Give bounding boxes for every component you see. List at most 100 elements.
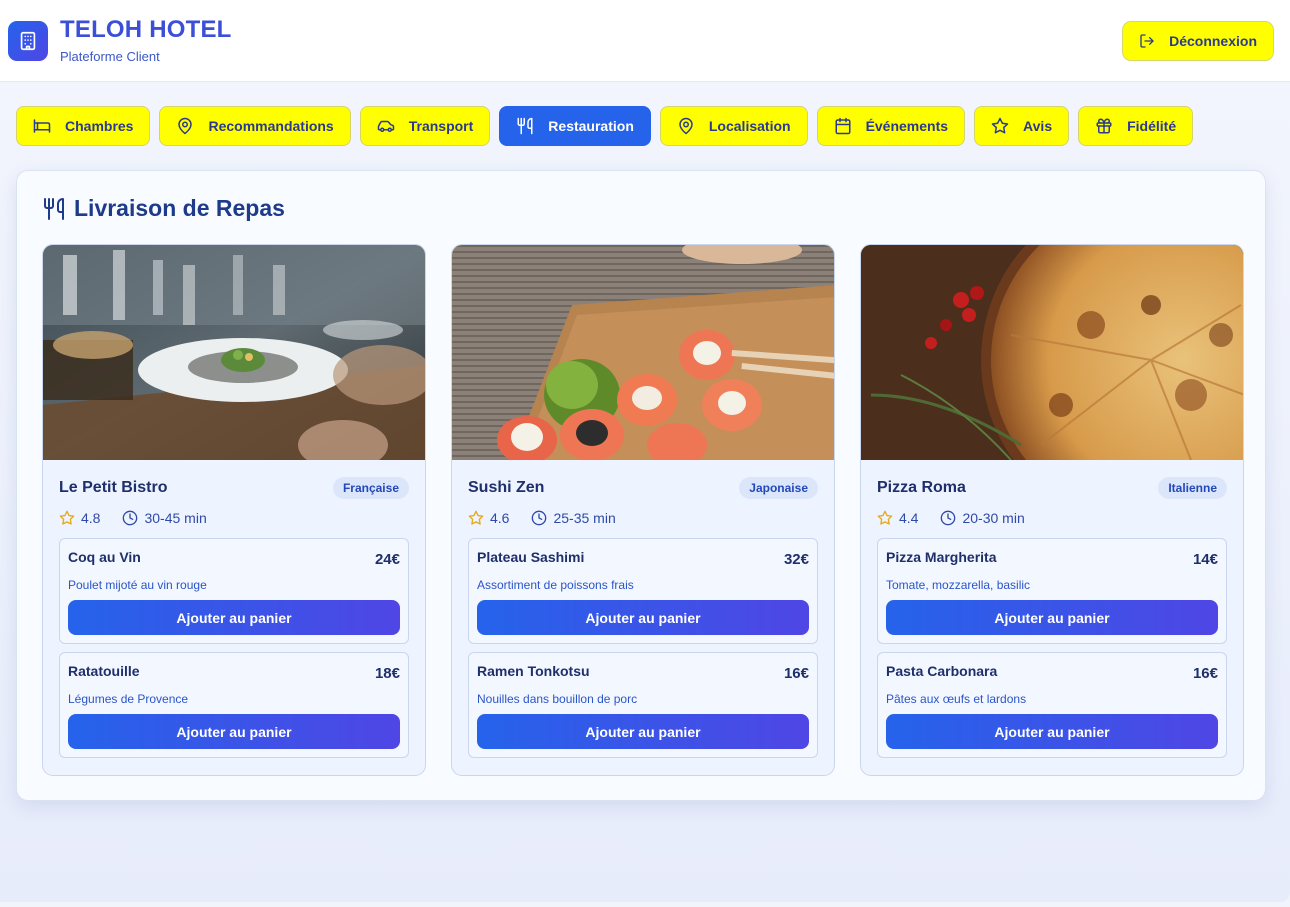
dish-name: Pizza Margherita (886, 549, 997, 565)
tab-label: Localisation (708, 118, 791, 134)
tab-chambres[interactable]: Chambres (16, 106, 151, 146)
bed-icon (33, 119, 51, 133)
brand: TELOH HOTEL Plateforme Client (8, 17, 232, 64)
logout-icon (1140, 33, 1154, 48)
restaurant-card: Le Petit Bistro Française 4.8 30-45 min … (42, 244, 426, 776)
dish-name: Pasta Carbonara (886, 663, 998, 679)
utensils-icon (44, 197, 64, 220)
cuisine-badge: Française (332, 477, 409, 499)
add-to-cart-button[interactable]: Ajouter au panier (68, 600, 400, 635)
clock-icon (123, 510, 138, 526)
app-root: TELOH HOTEL Plateforme Client Déconnexio… (0, 0, 1290, 902)
dish-name: Ramen Tonkotsu (477, 663, 590, 679)
restaurant-details: Sushi Zen Japonaise 4.6 25-35 min Platea… (452, 476, 834, 758)
dish-header: Pizza Margherita 14€ (886, 549, 1218, 568)
restaurant-image (861, 245, 1243, 460)
main-tabs: Chambres Recommandations Transport Resta… (16, 106, 1194, 146)
dish-description: Tomate, mozzarella, basilic (886, 578, 1031, 592)
add-to-cart-button[interactable]: Ajouter au panier (68, 714, 400, 749)
restaurant-card: Sushi Zen Japonaise 4.6 25-35 min Platea… (451, 244, 835, 776)
dish-item: Coq au Vin 24€ Poulet mijoté au vin roug… (59, 538, 409, 644)
dish-header: Coq au Vin 24€ (68, 549, 400, 568)
restaurant-image (43, 245, 425, 460)
dish-description: Poulet mijoté au vin rouge (68, 578, 207, 592)
restaurant-name: Sushi Zen (468, 479, 545, 496)
dish-header: Pasta Carbonara 16€ (886, 663, 1218, 682)
clock-icon (532, 510, 547, 526)
dish-price: 32€ (783, 551, 809, 568)
star-icon (991, 117, 1009, 134)
dish-price: 24€ (374, 551, 400, 568)
dish-description: Légumes de Provence (68, 692, 189, 706)
tab-recommandations[interactable]: Recommandations (159, 106, 351, 146)
rating: 4.6 (490, 510, 510, 526)
dish-name: Plateau Sashimi (477, 549, 585, 565)
restaurant-details: Le Petit Bistro Française 4.8 30-45 min … (43, 476, 425, 758)
section-title-text: Livraison de Repas (74, 195, 285, 221)
tab-label: Restauration (548, 118, 634, 134)
star-icon (468, 510, 484, 525)
logout-label: Déconnexion (1169, 32, 1257, 49)
dish-item: Ratatouille 18€ Légumes de Provence Ajou… (59, 652, 409, 758)
tab-transport[interactable]: Transport (359, 106, 491, 146)
cuisine-badge: Japonaise (739, 477, 818, 499)
restaurant-header: Sushi Zen Japonaise (468, 476, 818, 500)
tab-label: Transport (408, 118, 474, 134)
dish-header: Plateau Sashimi 32€ (477, 549, 809, 568)
restaurant-details: Pizza Roma Italienne 4.4 20-30 min Pizza… (861, 476, 1243, 758)
dish-description: Pâtes aux œufs et lardons (886, 692, 1027, 706)
dish-description: Assortiment de poissons frais (477, 578, 634, 592)
delivery-time: 30-45 min (144, 510, 207, 526)
rating: 4.8 (81, 510, 101, 526)
map-pin-icon (679, 117, 693, 135)
car-icon (377, 120, 394, 132)
tab-label: Fidélité (1127, 118, 1177, 134)
tab-avis[interactable]: Avis (974, 106, 1070, 146)
restaurant-list: Le Petit Bistro Française 4.8 30-45 min … (42, 244, 1244, 776)
app-subtitle: Plateforme Client (60, 49, 160, 64)
logout-button[interactable]: Déconnexion (1122, 20, 1274, 61)
tab-label: Événements (865, 118, 949, 134)
dish-description: Nouilles dans bouillon de porc (477, 692, 638, 706)
top-header: TELOH HOTEL Plateforme Client Déconnexio… (0, 0, 1290, 82)
restaurant-card: Pizza Roma Italienne 4.4 20-30 min Pizza… (860, 244, 1244, 776)
restaurant-meta: 4.4 20-30 min (877, 510, 1227, 526)
dish-header: Ratatouille 18€ (68, 663, 400, 682)
dish-name: Ratatouille (68, 663, 140, 679)
cuisine-badge: Italienne (1158, 477, 1227, 499)
brand-text: TELOH HOTEL Plateforme Client (60, 16, 232, 65)
add-to-cart-button[interactable]: Ajouter au panier (477, 600, 809, 635)
restaurant-meta: 4.6 25-35 min (468, 510, 818, 526)
restaurant-name: Pizza Roma (877, 479, 966, 496)
restaurant-meta: 4.8 30-45 min (59, 510, 409, 526)
restaurant-image (452, 245, 834, 460)
delivery-time: 25-35 min (553, 510, 616, 526)
tab-label: Chambres (65, 118, 134, 134)
calendar-icon (835, 117, 851, 135)
dish-price: 18€ (374, 665, 400, 682)
restaurant-header: Pizza Roma Italienne (877, 476, 1227, 500)
tab-localisation[interactable]: Localisation (659, 106, 808, 146)
hotel-building-icon (8, 20, 48, 61)
dish-price: 14€ (1192, 551, 1218, 568)
delivery-time: 20-30 min (962, 510, 1025, 526)
meal-delivery-panel: Livraison de Repas Le Petit Bistro Franç… (16, 170, 1266, 801)
dish-item: Pasta Carbonara 16€ Pâtes aux œufs et la… (877, 652, 1227, 758)
tab-label: Recommandations (208, 118, 334, 134)
tab-evenements[interactable]: Événements (816, 106, 966, 146)
app-title: TELOH HOTEL (60, 16, 232, 43)
restaurant-name: Le Petit Bistro (59, 479, 168, 496)
dish-price: 16€ (1192, 665, 1218, 682)
gift-icon (1096, 118, 1112, 134)
add-to-cart-button[interactable]: Ajouter au panier (477, 714, 809, 749)
tab-fidelite[interactable]: Fidélité (1078, 106, 1194, 146)
map-pin-icon (178, 117, 193, 135)
add-to-cart-button[interactable]: Ajouter au panier (886, 600, 1218, 635)
dish-item: Pizza Margherita 14€ Tomate, mozzarella,… (877, 538, 1227, 644)
clock-icon (941, 510, 956, 526)
dish-name: Coq au Vin (68, 549, 141, 565)
add-to-cart-button[interactable]: Ajouter au panier (886, 714, 1218, 749)
tab-restauration[interactable]: Restauration (499, 106, 651, 146)
section-title: Livraison de Repas (42, 195, 285, 222)
restaurant-header: Le Petit Bistro Française (59, 476, 409, 500)
